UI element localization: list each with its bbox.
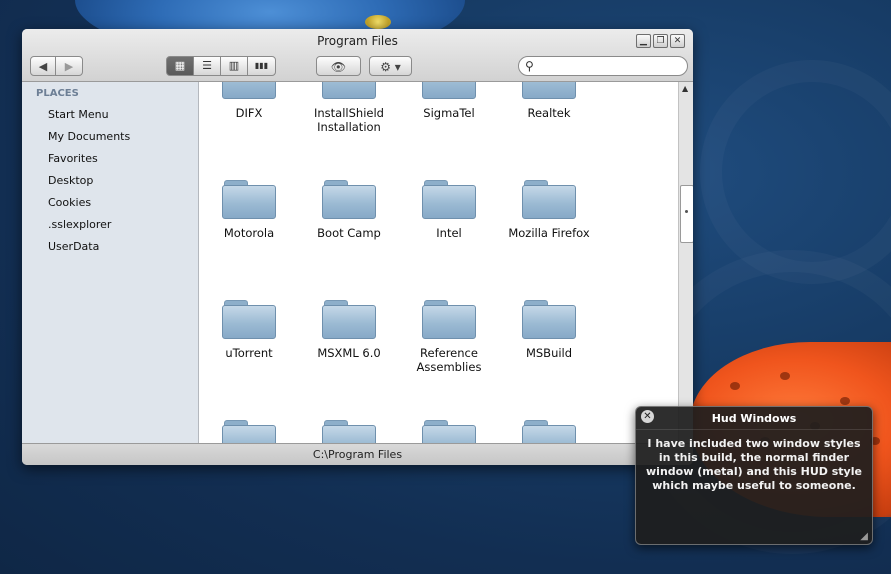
search-icon: ⚲ bbox=[525, 59, 534, 73]
sidebar-item-userdata[interactable]: UserData bbox=[48, 239, 188, 255]
folder-item[interactable] bbox=[499, 420, 599, 443]
folder-icon bbox=[422, 82, 476, 99]
folder-item[interactable]: Realtek bbox=[499, 82, 599, 120]
folder-item[interactable]: Mozilla Firefox bbox=[499, 180, 599, 240]
folder-icon bbox=[522, 300, 576, 339]
resize-grip-icon[interactable]: ◢ bbox=[860, 531, 868, 542]
hud-title: Hud Windows bbox=[711, 412, 797, 425]
coverflow-icon: ▮▮▮ bbox=[254, 61, 269, 70]
sidebar-item-sslexplorer[interactable]: .sslexplorer bbox=[48, 217, 188, 233]
sidebar-item-desktop[interactable]: Desktop bbox=[48, 173, 188, 189]
folder-item[interactable]: InstallShield Installation bbox=[299, 82, 399, 134]
folder-icon bbox=[422, 180, 476, 219]
list-view-button[interactable]: ☰ bbox=[193, 56, 221, 76]
columns-icon: ▥ bbox=[228, 59, 240, 72]
folder-label: Boot Camp bbox=[317, 226, 381, 240]
sidebar: PLACES Start Menu My Documents Favorites… bbox=[22, 82, 199, 443]
scroll-up-arrow-icon[interactable]: ▲ bbox=[682, 84, 688, 93]
folder-item[interactable]: MSBuild bbox=[499, 300, 599, 360]
folder-item[interactable] bbox=[199, 420, 299, 443]
sidebar-item-favorites[interactable]: Favorites bbox=[48, 151, 188, 167]
back-button[interactable]: ◀ bbox=[30, 56, 56, 76]
forward-arrow-icon: ▶ bbox=[64, 60, 74, 73]
status-bar: C:\Program Files bbox=[22, 443, 693, 465]
vertical-scrollbar[interactable]: ▲ bbox=[678, 82, 693, 443]
folder-label: Reference Assemblies bbox=[416, 346, 482, 374]
folder-icon bbox=[222, 300, 276, 339]
gear-icon: ⚙ ▾ bbox=[380, 60, 401, 74]
scroll-grip-icon bbox=[685, 210, 688, 213]
status-path: C:\Program Files bbox=[312, 448, 403, 461]
folder-item[interactable] bbox=[299, 420, 399, 443]
folder-icon bbox=[322, 82, 376, 99]
folder-label: InstallShield Installation bbox=[314, 106, 384, 134]
minimize-button[interactable]: ▁ bbox=[636, 34, 651, 48]
sidebar-item-cookies[interactable]: Cookies bbox=[48, 195, 188, 211]
places-header: PLACES bbox=[36, 88, 79, 99]
hud-title-bar[interactable]: ✕ Hud Windows bbox=[636, 407, 872, 430]
back-arrow-icon: ◀ bbox=[38, 60, 48, 73]
folder-item[interactable]: MSXML 6.0 bbox=[299, 300, 399, 360]
folder-label: MSXML 6.0 bbox=[317, 346, 381, 360]
folder-icon bbox=[422, 300, 476, 339]
folder-item[interactable]: Motorola bbox=[199, 180, 299, 240]
folder-item[interactable]: Intel bbox=[399, 180, 499, 240]
folder-item[interactable] bbox=[399, 420, 499, 443]
sidebar-item-my-documents[interactable]: My Documents bbox=[48, 129, 188, 145]
quicklook-button[interactable]: 👁 bbox=[316, 56, 361, 76]
folder-label: Mozilla Firefox bbox=[508, 226, 590, 240]
forward-button[interactable]: ▶ bbox=[55, 56, 83, 76]
folder-label: MSBuild bbox=[525, 346, 573, 360]
folder-item[interactable]: SigmaTel bbox=[399, 82, 499, 120]
grid-icon: ▦ bbox=[174, 59, 186, 72]
coverflow-view-button[interactable]: ▮▮▮ bbox=[247, 56, 276, 76]
sidebar-item-start-menu[interactable]: Start Menu bbox=[48, 107, 188, 123]
finder-window: Program Files ▁ ❐ ✕ ◀ ▶ ▦ ☰ ▥ ▮▮▮ 👁 ⚙ ▾ … bbox=[22, 29, 693, 465]
folder-icon bbox=[522, 180, 576, 219]
folder-icon bbox=[322, 300, 376, 339]
folder-icon bbox=[322, 180, 376, 219]
folder-label: SigmaTel bbox=[423, 106, 475, 120]
folder-icon bbox=[522, 82, 576, 99]
list-icon: ☰ bbox=[202, 59, 212, 72]
folder-icon bbox=[222, 82, 276, 99]
folder-icon bbox=[222, 420, 276, 443]
folder-label: uTorrent bbox=[225, 346, 273, 360]
close-button[interactable]: ✕ bbox=[670, 34, 685, 48]
search-input[interactable] bbox=[541, 58, 685, 76]
folder-icon bbox=[322, 420, 376, 443]
action-menu-button[interactable]: ⚙ ▾ bbox=[369, 56, 412, 76]
folder-item[interactable]: uTorrent bbox=[199, 300, 299, 360]
hud-message: I have included two window styles in thi… bbox=[646, 437, 862, 492]
folder-item[interactable]: Boot Camp bbox=[299, 180, 399, 240]
folder-label: Motorola bbox=[223, 226, 275, 240]
folder-label: DIFX bbox=[235, 106, 263, 120]
window-title: Program Files bbox=[317, 34, 398, 48]
column-view-button[interactable]: ▥ bbox=[220, 56, 248, 76]
hud-window: ✕ Hud Windows I have included two window… bbox=[635, 406, 873, 545]
title-bar[interactable]: Program Files ▁ ❐ ✕ ◀ ▶ ▦ ☰ ▥ ▮▮▮ 👁 ⚙ ▾ … bbox=[22, 29, 693, 82]
maximize-button[interactable]: ❐ bbox=[653, 34, 668, 48]
folder-label: Intel bbox=[436, 226, 462, 240]
folder-icon bbox=[522, 420, 576, 443]
creature-eye bbox=[365, 15, 391, 29]
folder-item[interactable]: DIFX bbox=[199, 82, 299, 120]
folder-item[interactable]: Reference Assemblies bbox=[399, 300, 499, 374]
folder-grid: DIFX InstallShield Installation SigmaTel… bbox=[199, 82, 678, 443]
eye-icon: 👁 bbox=[330, 60, 347, 74]
folder-icon bbox=[422, 420, 476, 443]
icon-view-button[interactable]: ▦ bbox=[166, 56, 194, 76]
search-field[interactable]: ⚲ bbox=[518, 56, 688, 76]
folder-label: Realtek bbox=[527, 106, 571, 120]
folder-icon bbox=[222, 180, 276, 219]
scrollbar-thumb[interactable] bbox=[680, 185, 693, 243]
